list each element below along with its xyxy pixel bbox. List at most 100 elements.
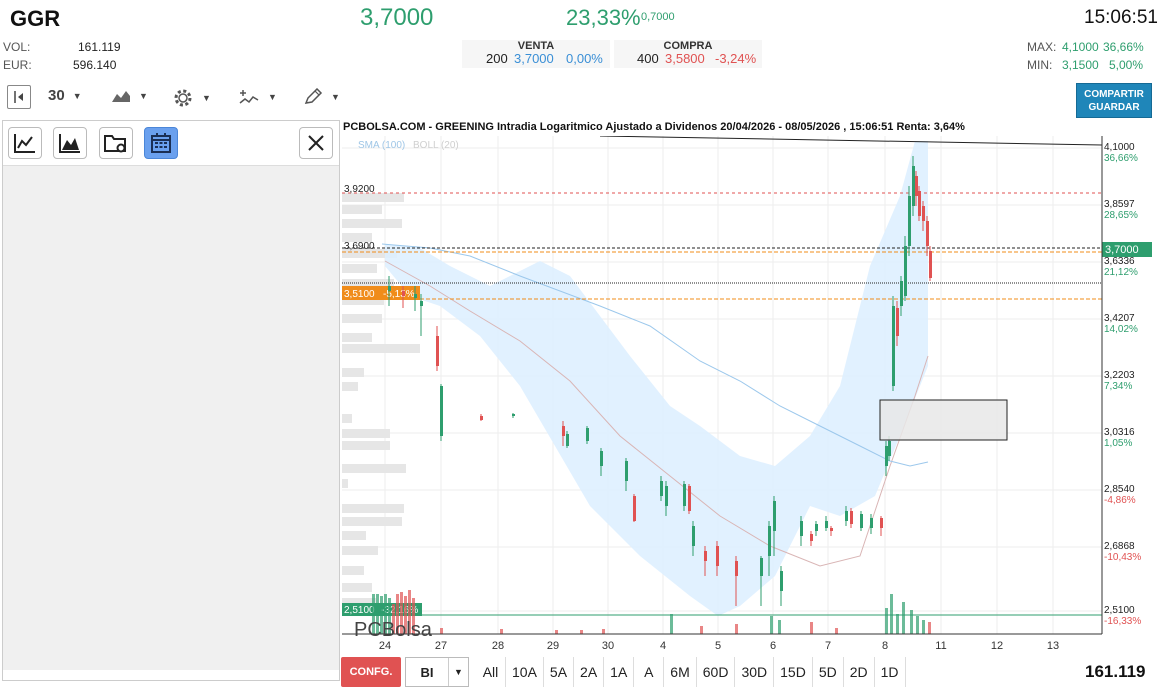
timeframe-buttons: All 10A 5A 2A 1A A 6M 60D 30D 15D 5D 2D 1D (476, 657, 906, 687)
y-tick-value: 2,8540 (1104, 484, 1135, 495)
candle-body (896, 308, 899, 336)
vol-value: 161.119 (78, 40, 121, 54)
bi-select[interactable]: BI ▼ (405, 657, 469, 687)
area-chart-icon (112, 91, 130, 102)
candle-body (915, 176, 918, 196)
candle-body (420, 301, 423, 306)
y-tick-percent: 14,02% (1104, 324, 1138, 335)
y-tick-value: 2,5100 (1104, 605, 1135, 616)
price-chart[interactable]: SMA (100) BOLL (20) 3,9200 3,6900 3,5100 -5… (340, 136, 1152, 656)
volume-profile-bar (342, 205, 382, 214)
timeframe-5d[interactable]: 5D (813, 657, 844, 687)
timeframe-60d[interactable]: 60D (697, 657, 736, 687)
change-percent: 23,33% (566, 5, 641, 30)
share-save-button[interactable]: COMPARTIR GUARDAR (1076, 83, 1152, 118)
candle-body (860, 514, 863, 528)
volume-bar (928, 622, 931, 634)
volume-profile-bar (342, 314, 382, 323)
candle-body (815, 524, 818, 531)
calendar-tab[interactable] (144, 127, 178, 159)
interval-select[interactable]: 30 ▼ (48, 87, 82, 104)
timeframe-5a[interactable]: 5A (544, 657, 575, 687)
volume-profile-bar (342, 464, 406, 473)
indicator-add-icon (239, 90, 259, 104)
candle-body (800, 521, 803, 536)
close-panel-button[interactable] (299, 127, 333, 159)
last-price: 3,7000 (360, 4, 434, 31)
max-percent: 36,66% (1103, 40, 1144, 54)
volume-bar (922, 620, 925, 634)
candle-body (760, 558, 763, 576)
candle-body (586, 428, 589, 441)
support-level-value: 2,5100 (344, 605, 375, 616)
timeframe-all[interactable]: All (476, 657, 506, 687)
panel-toggle-icon (14, 91, 23, 103)
timeframe-10a[interactable]: 10A (506, 657, 544, 687)
volume-profile-bar (342, 583, 372, 592)
volume-bar (500, 629, 503, 634)
x-tick-label: 30 (602, 640, 614, 652)
volume-profile-bar (342, 566, 364, 575)
chevron-down-icon: ▼ (448, 658, 468, 686)
line-chart-icon (14, 134, 35, 153)
level-label-upper: 3,9200 (344, 184, 375, 195)
buy-price: 3,5800 (665, 51, 705, 66)
close-icon (308, 135, 324, 151)
timeframe-1d[interactable]: 1D (875, 657, 906, 687)
chart-type-select[interactable]: ▼ (111, 88, 148, 104)
candle-body (912, 166, 915, 206)
timeframe-15d[interactable]: 15D (774, 657, 813, 687)
orange-level-value: 3,5100 (344, 289, 375, 300)
timeframe-6m[interactable]: 6M (664, 657, 697, 687)
folder-settings-tab[interactable] (99, 127, 133, 159)
candle-body (683, 484, 686, 506)
x-tick-label: 4 (660, 640, 666, 652)
selection-box[interactable] (879, 399, 1008, 441)
area-chart-tab[interactable] (53, 127, 87, 159)
indicators-select[interactable]: ▼ (238, 88, 277, 106)
candle-body (704, 551, 707, 561)
last-update-time: 15:06:51 (1084, 7, 1158, 28)
candle-body (688, 486, 691, 511)
volume-bar (810, 622, 813, 634)
folder-gear-icon (104, 135, 126, 153)
ticker-symbol: GGR (10, 6, 61, 31)
timeframe-1a[interactable]: 1A (604, 657, 635, 687)
candle-body (845, 511, 848, 521)
x-tick-label: 27 (435, 640, 447, 652)
candle-body (825, 521, 828, 528)
buy-qty: 400 (637, 51, 659, 66)
timeframe-2d[interactable]: 2D (844, 657, 875, 687)
drawing-tools-select[interactable]: ▼ (303, 88, 340, 106)
change-absolute: 0,7000 (641, 11, 675, 23)
collapse-panel-button[interactable] (7, 85, 31, 109)
current-price-label: 3,7000 (1105, 244, 1139, 256)
candle-body (908, 196, 911, 246)
vol-label: VOL: (3, 40, 31, 54)
candle-body (810, 534, 813, 541)
x-tick-label: 7 (825, 640, 831, 652)
timeframe-2a[interactable]: 2A (574, 657, 605, 687)
timeframe-30d[interactable]: 30D (735, 657, 775, 687)
line-chart-tab[interactable] (8, 127, 42, 159)
timeframe-a[interactable]: A (634, 657, 665, 687)
chevron-down-icon: ▼ (139, 91, 148, 101)
candle-body (904, 246, 907, 296)
legend-sma: SMA (100) (358, 140, 405, 151)
eur-value: 596.140 (73, 58, 117, 72)
volume-bar (670, 614, 673, 634)
config-button[interactable]: CONFG. (341, 657, 401, 687)
settings-select[interactable]: ▼ (172, 87, 211, 109)
x-tick-label: 29 (547, 640, 559, 652)
volume-profile-bar (342, 344, 420, 353)
volume-bar (835, 628, 838, 634)
save-label: GUARDAR (1088, 102, 1140, 113)
volume-profile-bar (342, 546, 378, 555)
volume-bar (890, 594, 893, 634)
candle-body (402, 291, 405, 296)
candle-body (830, 528, 833, 531)
candle-body (780, 571, 783, 591)
y-tick-value: 3,2203 (1104, 370, 1135, 381)
volume-bar (902, 602, 905, 634)
y-tick-percent: 21,12% (1104, 267, 1138, 278)
